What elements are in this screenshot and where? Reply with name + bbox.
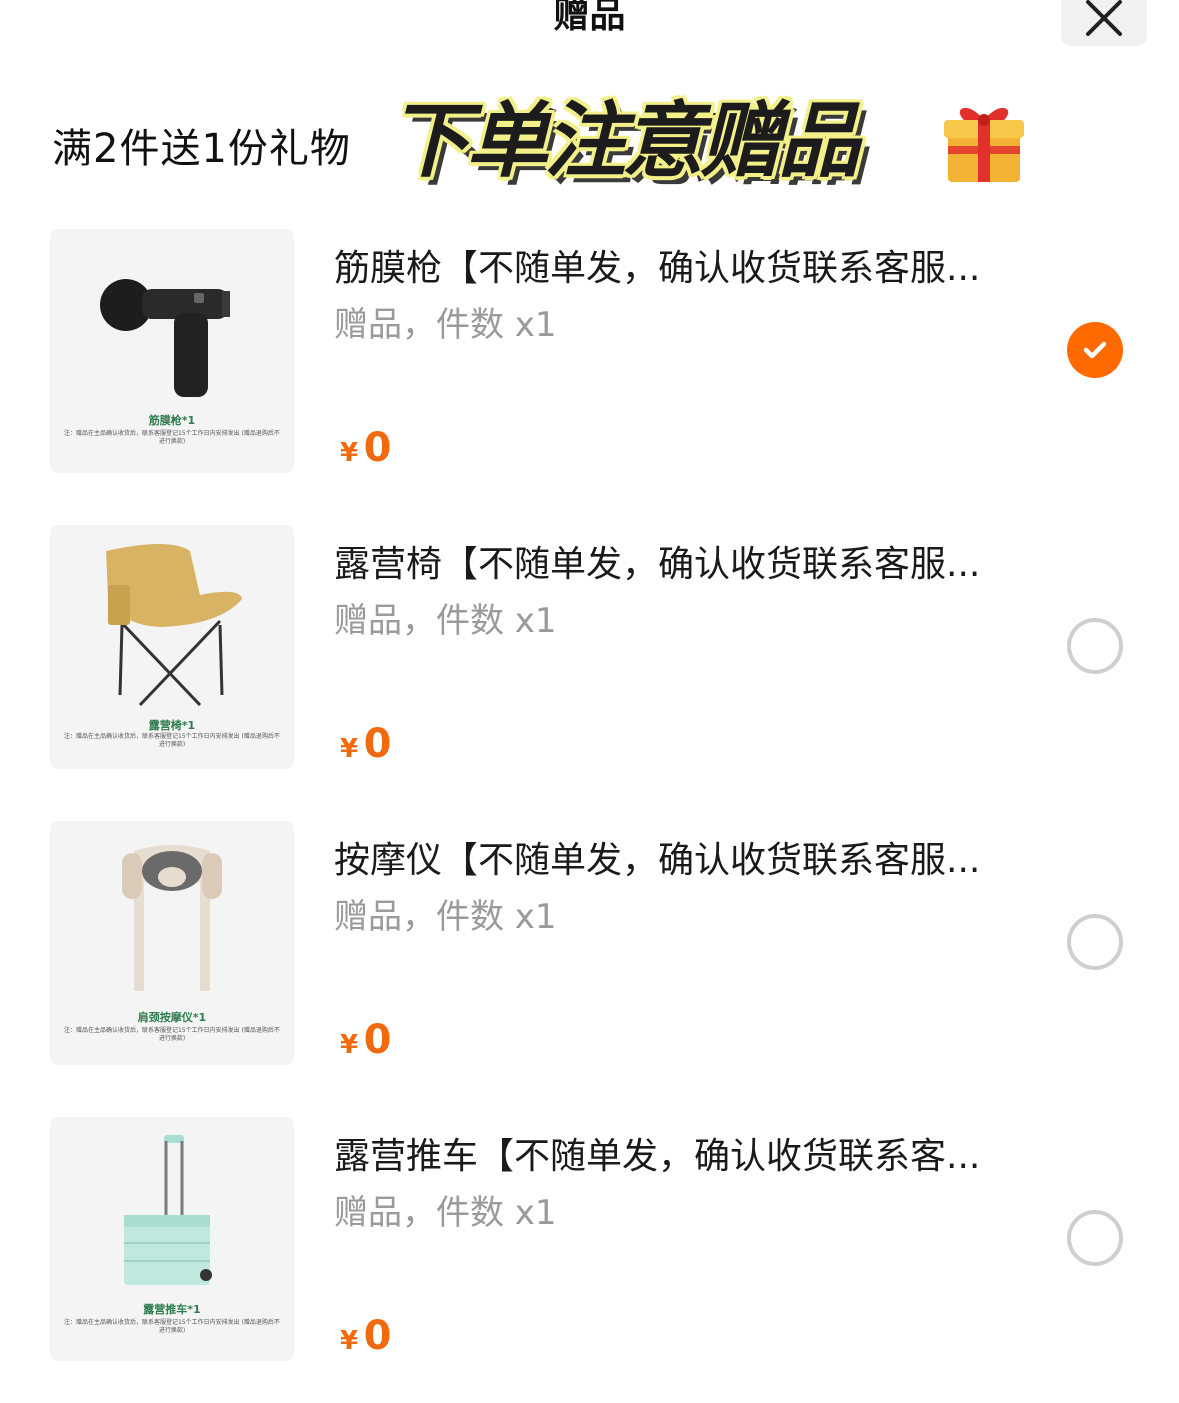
gift-item[interactable]: 露营椅*1 注：赠品在主品确认收货后，联系客服登记15个工作日内安排发出 (赠品… [50,525,1179,771]
item-price: ¥ 0 [340,425,392,471]
currency-symbol: ¥ [340,734,359,764]
thumb-caption: 露营椅*1 [148,719,196,732]
item-meta: 赠品，件数 x1 [334,1193,557,1233]
currency-symbol: ¥ [340,1326,359,1356]
price-value: 0 [363,1017,392,1063]
thumb-note: 注：赠品在主品确认收货后，联系客服登记15个工作日内安排发出 (赠品退购后不进行… [64,1319,280,1334]
item-meta: 赠品，件数 x1 [334,897,557,937]
thumb-caption: 筋膜枪*1 [148,414,196,427]
item-name: 露营椅【不随单发，确认收货联系客服... [334,544,981,585]
thumb-caption: 肩颈按摩仪*1 [137,1011,207,1024]
close-icon [1086,0,1122,36]
thumb-note: 注：赠品在主品确认收货后，联系客服登记15个工作日内安排发出 (赠品退购后不进行… [64,733,280,748]
gift-icon [944,107,1024,182]
item-price: ¥ 0 [340,721,392,767]
item-name: 筋膜枪【不随单发，确认收货联系客服... [334,248,981,289]
page-title: 赠品 [553,0,626,36]
price-value: 0 [363,721,392,767]
promo-banner: 下单注意赠品 [388,94,860,189]
product-image-camping-chair: 露营椅*1 注：赠品在主品确认收货后，联系客服登记15个工作日内安排发出 (赠品… [50,525,294,769]
price-value: 0 [363,1313,392,1359]
product-image-neck-massager: 肩颈按摩仪*1 注：赠品在主品确认收货后，联系客服登记15个工作日内安排发出 (… [50,821,294,1065]
item-name: 按摩仪【不随单发，确认收货联系客服... [334,840,981,881]
thumb-note: 注：赠品在主品确认收货后，联系客服登记15个工作日内安排发出 (赠品退购后不进行… [64,1027,280,1042]
currency-symbol: ¥ [340,1030,359,1060]
gift-item[interactable]: 露营推车*1 注：赠品在主品确认收货后，联系客服登记15个工作日内安排发出 (赠… [50,1117,1179,1363]
close-button[interactable] [1061,0,1147,46]
promo-text: 满2件送1份礼物 [52,126,351,172]
item-meta: 赠品，件数 x1 [334,601,557,641]
thumb-note: 注：赠品在主品确认收货后，联系客服登记15个工作日内安排发出 (赠品退购后不进行… [64,430,280,445]
select-radio[interactable] [1067,618,1123,674]
item-name: 露营推车【不随单发，确认收货联系客... [334,1136,981,1177]
check-icon [1083,341,1107,359]
thumb-caption: 露营推车*1 [143,1303,201,1316]
gift-item[interactable]: 筋膜枪*1 注：赠品在主品确认收货后，联系客服登记15个工作日内安排发出 (赠品… [50,229,1179,475]
item-price: ¥ 0 [340,1017,392,1063]
gift-item[interactable]: 肩颈按摩仪*1 注：赠品在主品确认收货后，联系客服登记15个工作日内安排发出 (… [50,821,1179,1067]
price-value: 0 [363,425,392,471]
select-radio-checked[interactable] [1067,322,1123,378]
product-image-massage-gun: 筋膜枪*1 注：赠品在主品确认收货后，联系客服登记15个工作日内安排发出 (赠品… [50,229,294,473]
product-image-camping-cart: 露营推车*1 注：赠品在主品确认收货后，联系客服登记15个工作日内安排发出 (赠… [50,1117,294,1361]
item-meta: 赠品，件数 x1 [334,305,557,345]
select-radio[interactable] [1067,914,1123,970]
select-radio[interactable] [1067,1210,1123,1266]
currency-symbol: ¥ [340,438,359,468]
item-price: ¥ 0 [340,1313,392,1359]
